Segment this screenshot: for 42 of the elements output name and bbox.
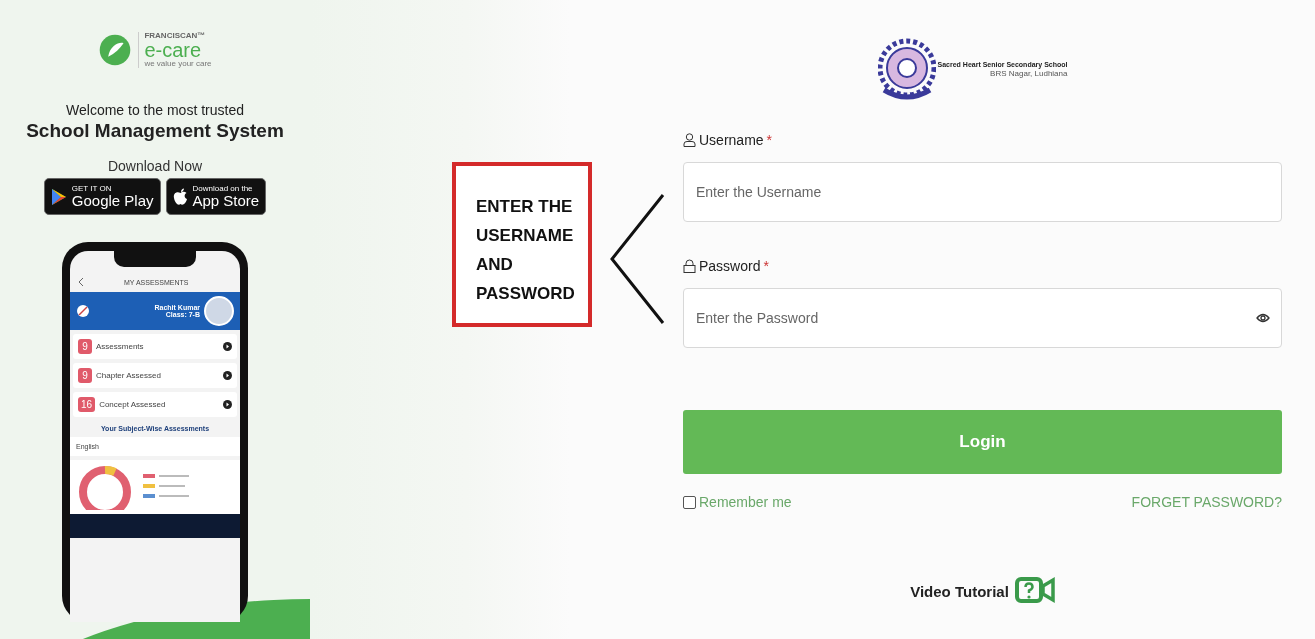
leaf-logo-icon <box>98 33 133 67</box>
stat-card[interactable]: 9 Chapter Assessed <box>73 363 237 388</box>
required-marker: * <box>763 258 769 274</box>
store-badge-button[interactable]: GET IT ON Google Play <box>43 178 161 215</box>
store-badge-button[interactable]: Download on the App Store <box>165 178 267 215</box>
count-badge: 9 <box>78 368 92 383</box>
count-badge: 16 <box>78 397 96 412</box>
password-input-field[interactable]: Enter the Password <box>683 288 1282 348</box>
ball-icon <box>76 304 90 318</box>
arrow-circle-icon <box>223 400 232 409</box>
brand-name: FRANCISCAN™ <box>144 32 207 40</box>
count-badge: 9 <box>78 339 92 354</box>
stat-label: Chapter Assessed <box>96 371 162 380</box>
field-label: Username <box>699 132 764 148</box>
stat-card[interactable]: 16 Concept Assessed <box>73 392 237 417</box>
stat-card[interactable]: 9 Assessments <box>73 334 237 359</box>
download-label: Download Now <box>107 158 203 174</box>
arrow-circle-icon <box>223 371 232 380</box>
welcome-text: Welcome to the most trusted <box>66 102 244 118</box>
stat-label: Concept Assessed <box>99 400 167 409</box>
headline: School Management System <box>26 120 284 142</box>
school-address: BRS Nagar, Ludhiana <box>990 69 1068 79</box>
text-input-field[interactable]: Enter the Username <box>683 162 1282 222</box>
avatar-placeholder <box>204 296 234 326</box>
school-crest-icon <box>877 38 936 102</box>
required-marker: * <box>766 132 773 148</box>
apple-icon <box>172 187 188 206</box>
back-icon <box>78 277 84 287</box>
stat-label: Assessments <box>96 342 145 351</box>
arrow-circle-icon <box>223 342 232 351</box>
brand-title: e-care <box>144 40 203 60</box>
remember-checkbox[interactable] <box>683 495 696 509</box>
eye-icon[interactable] <box>1256 312 1270 324</box>
play-triangle-icon <box>50 187 67 206</box>
brand-tagline: we value your care <box>144 60 212 68</box>
video-tutorial-label[interactable]: Video Tutorial <box>910 582 1009 600</box>
field-label: Password <box>699 258 761 274</box>
video-help-icon[interactable] <box>1014 576 1055 606</box>
lock-icon <box>683 259 696 273</box>
user-icon <box>683 133 696 147</box>
instruction-callout: ENTER THE USERNAME AND PASSWORD <box>452 162 592 327</box>
remember-label: Remember me <box>699 494 792 510</box>
